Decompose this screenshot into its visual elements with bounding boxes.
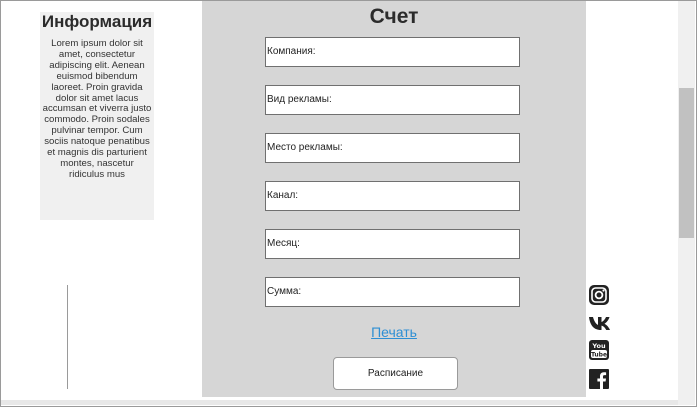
info-text: Lorem ipsum dolor sit amet, consectetur … <box>42 38 152 180</box>
info-title: Информация <box>41 12 153 31</box>
form-title: Счет <box>369 5 419 28</box>
schedule-button[interactable]: Расписание <box>333 357 458 390</box>
channel-field[interactable]: Канал: <box>265 181 520 211</box>
divider-line <box>67 285 68 389</box>
info-box: Информация Lorem ipsum dolor sit amet, c… <box>40 12 154 220</box>
svg-text:You: You <box>591 342 606 350</box>
scrollbar-thumb[interactable] <box>679 88 694 238</box>
youtube-icon[interactable]: You Tube <box>588 339 610 361</box>
ad-place-field[interactable]: Место рекламы: <box>265 133 520 163</box>
print-link[interactable]: Печать <box>202 324 586 340</box>
company-field[interactable]: Компания: <box>265 37 520 67</box>
invoice-form-panel: Счет Компания: Вид рекламы: Место реклам… <box>202 1 586 397</box>
bottom-edge <box>1 400 678 405</box>
instagram-icon[interactable] <box>588 284 610 306</box>
ad-type-field[interactable]: Вид рекламы: <box>265 85 520 115</box>
svg-text:Tube: Tube <box>591 352 607 359</box>
month-field[interactable]: Месяц: <box>265 229 520 259</box>
vk-icon[interactable] <box>588 312 610 334</box>
amount-field[interactable]: Сумма: <box>265 277 520 307</box>
facebook-icon[interactable] <box>588 368 610 390</box>
